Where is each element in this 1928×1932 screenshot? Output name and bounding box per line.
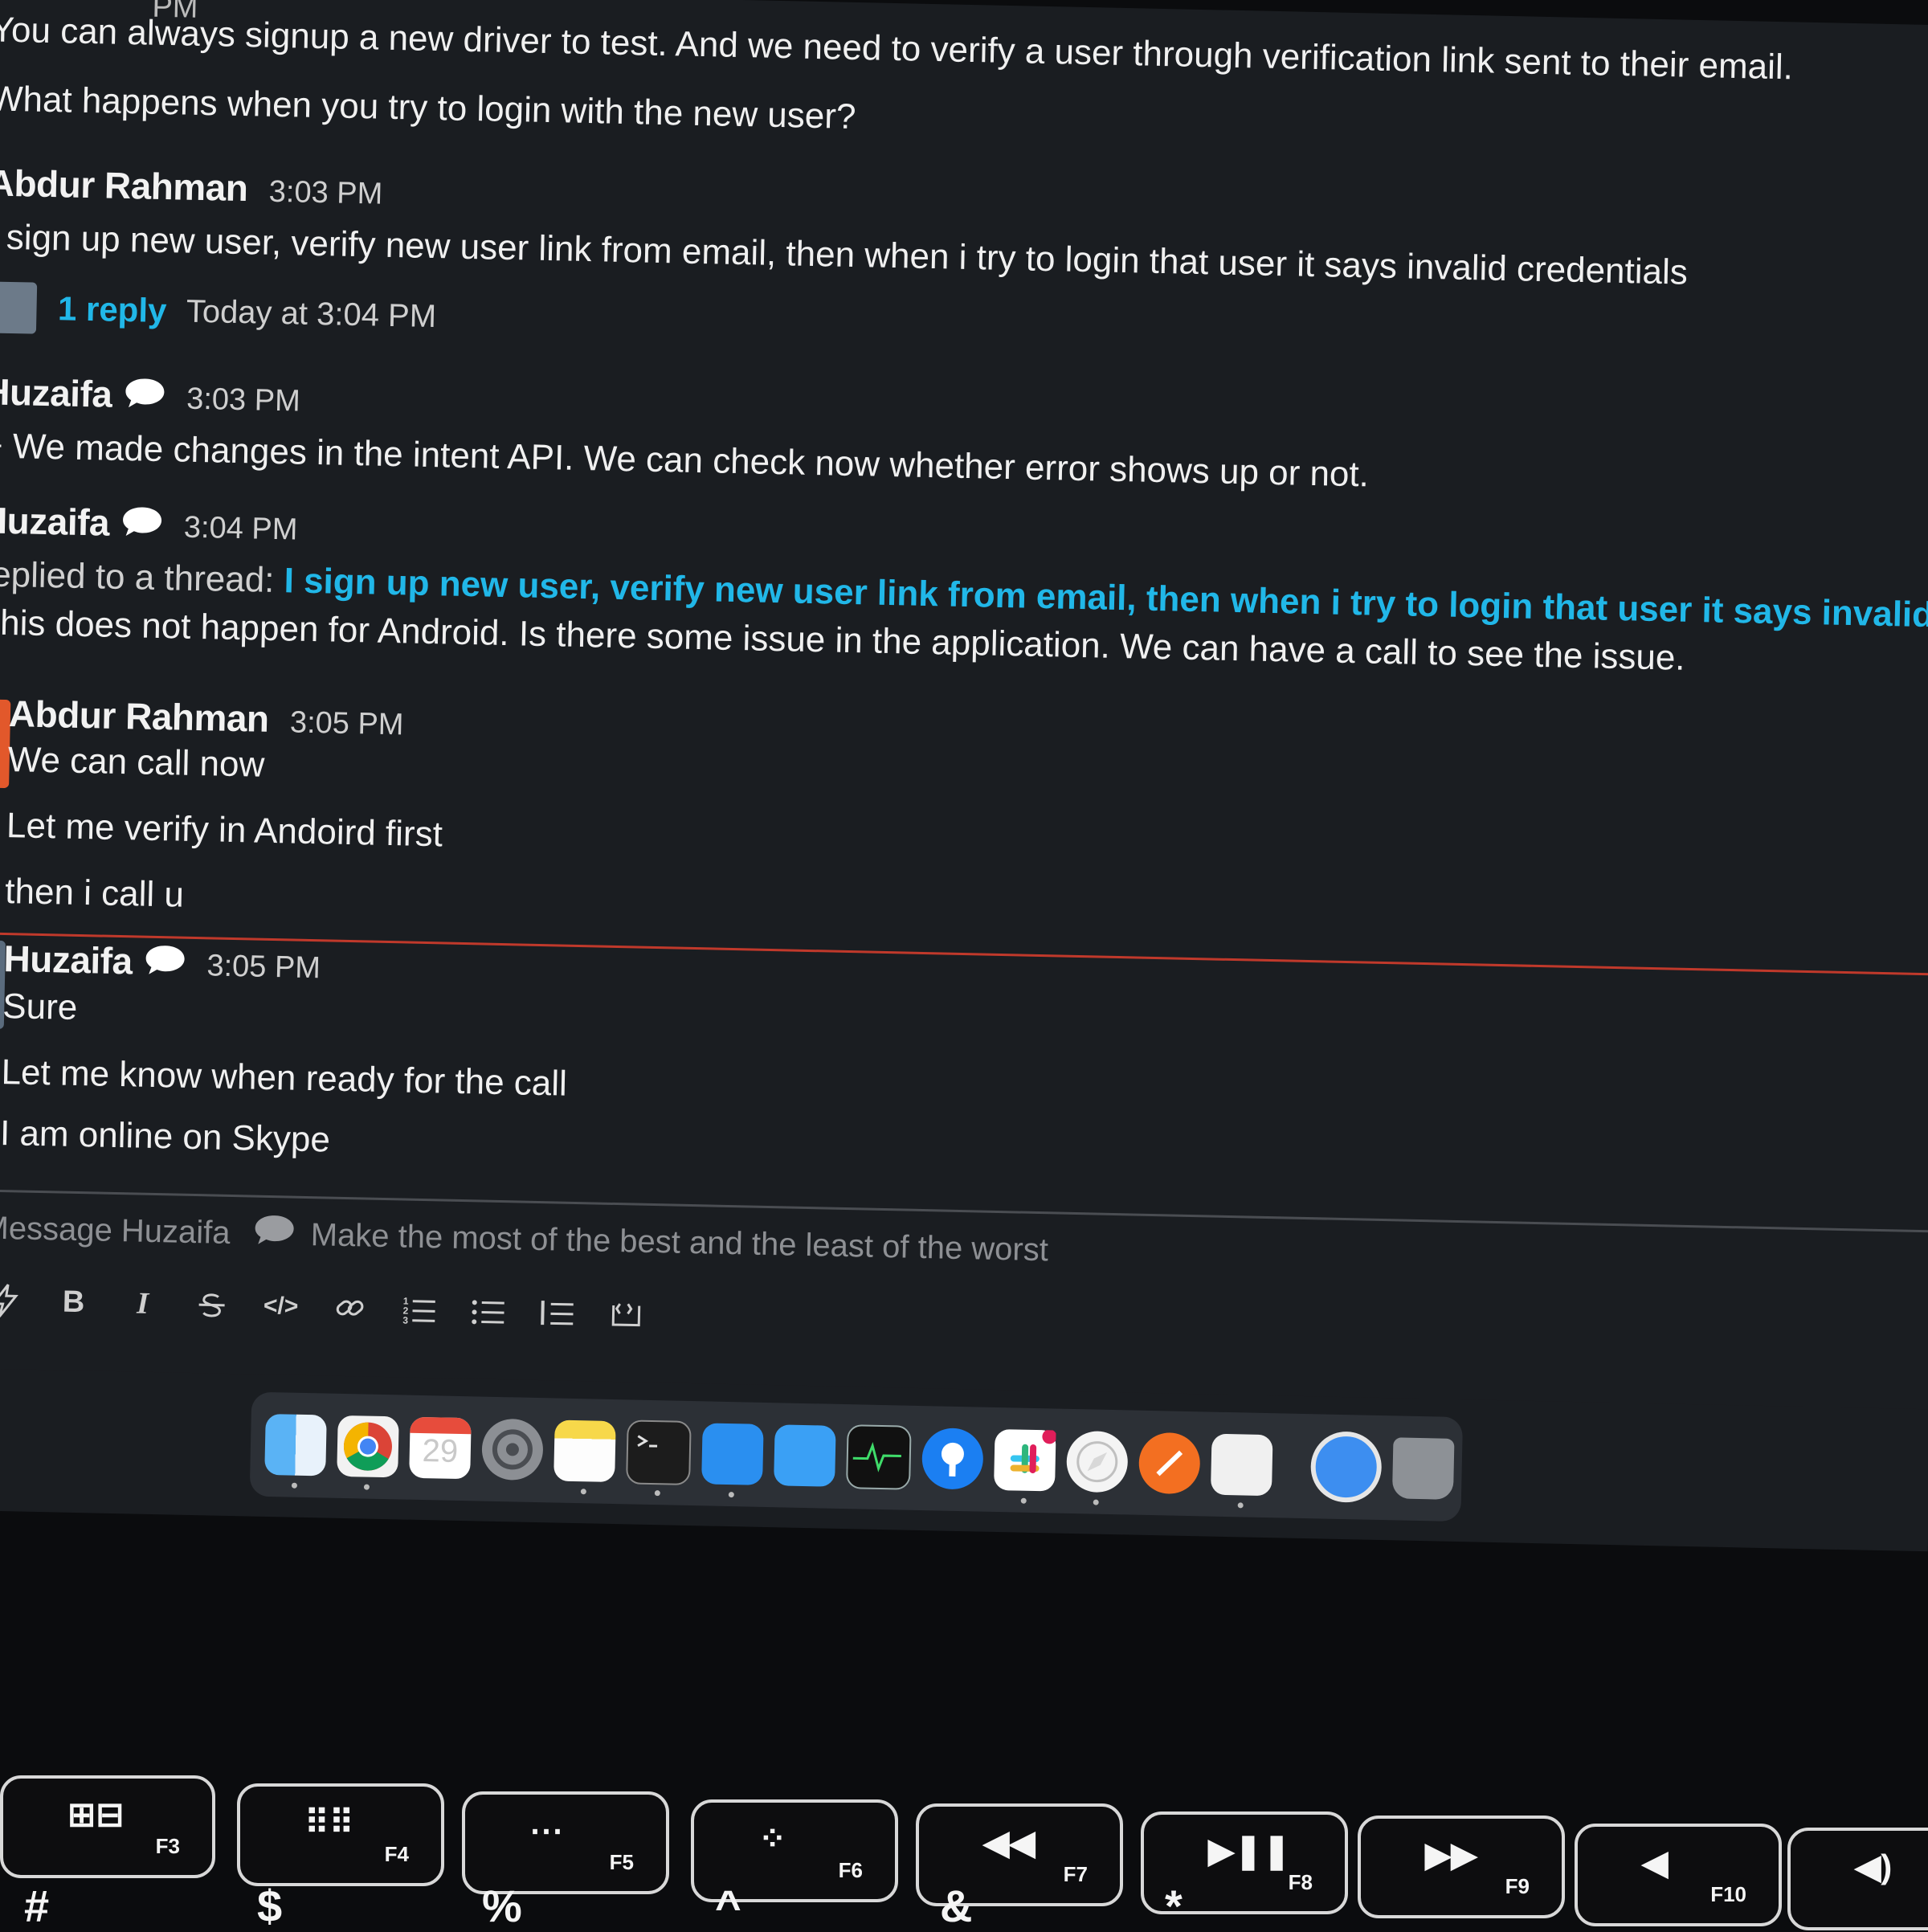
activity-monitor-icon[interactable] [846,1424,912,1490]
message-text: I am online on Skype [0,1113,330,1161]
simulator-icon[interactable] [774,1424,836,1487]
link-icon[interactable] [325,1283,374,1332]
f9-key[interactable]: ▶▶F9 [1358,1816,1565,1918]
message-text: You can always signup a new driver to te… [0,10,1793,88]
replied-prefix: replied to a thread: [0,554,275,600]
preview-icon[interactable] [1211,1434,1273,1497]
message-text: then i call u [5,872,185,916]
svg-text:3: 3 [402,1314,408,1325]
formatting-toolbar: B I </> 123 [0,1272,672,1342]
key-4[interactable]: $ [257,1880,282,1932]
f5-key[interactable]: ⋯F5 [462,1791,669,1894]
blockquote-icon[interactable] [533,1288,582,1337]
slack-window: 3:02 PM You can always signup a new driv… [0,0,1928,1551]
key-label: F5 [610,1850,634,1875]
speech-bubble-icon [124,377,166,410]
key-5[interactable]: % [482,1880,522,1932]
key-6[interactable]: ^ [715,1880,741,1932]
strikethrough-icon[interactable] [187,1281,236,1330]
volume-key[interactable]: ◀) [1787,1828,1928,1930]
ordered-list-icon[interactable]: 123 [394,1285,443,1334]
key-label: F4 [385,1842,409,1867]
system-preferences-icon[interactable] [481,1419,544,1481]
message-input[interactable]: Message Huzaifa Make the most of the bes… [0,1208,1048,1269]
key-8[interactable]: * [1165,1880,1183,1932]
message-list: 3:02 PM You can always signup a new driv… [0,0,1928,1230]
xcode-icon[interactable] [701,1423,764,1485]
f10-key[interactable]: ◀F10 [1575,1824,1782,1926]
key-3[interactable]: # [24,1880,49,1932]
placeholder-prefix: Message Huzaifa [0,1211,231,1251]
sender-name[interactable]: Huzaifa [0,499,110,543]
bold-button[interactable]: B [49,1277,98,1326]
speech-bubble-icon [253,1214,296,1247]
chrome-icon[interactable] [337,1415,399,1478]
trash-icon[interactable] [1392,1437,1455,1500]
key-label: F3 [156,1834,180,1859]
code-block-icon[interactable] [602,1289,651,1338]
key-label: F10 [1710,1882,1746,1907]
dock-separator [1291,1430,1293,1502]
downloads-folder-icon[interactable] [1310,1431,1383,1503]
avatar [0,281,37,333]
key-label: F9 [1505,1874,1530,1899]
message-text: Sure [2,986,78,1028]
key-label: F7 [1064,1862,1088,1887]
reply-count-link[interactable]: 1 reply [58,289,167,329]
message-text: What happens when you try to login with … [0,79,856,137]
message-time[interactable]: 3:03 PM [186,382,300,419]
code-button[interactable]: </> [256,1282,305,1331]
f3-key[interactable]: ⊞⊟F3 [0,1775,215,1878]
shortcuts-lightning-icon[interactable] [0,1276,29,1325]
safari-icon[interactable] [1066,1431,1129,1493]
message-text: Let me know when ready for the call [1,1052,567,1105]
message-time[interactable]: 3:05 PM [206,949,321,985]
placeholder-status: Make the most of the best and the least … [310,1217,1048,1268]
key-label: F8 [1289,1870,1313,1895]
sender-name[interactable]: Abdur Rahman [8,692,269,740]
reply-time: Today at 3:04 PM [186,293,436,334]
message-time[interactable]: 3:05 PM [290,705,404,741]
sender-name[interactable]: Abdur Rahman [0,161,248,209]
sender-name[interactable]: Huzaifa [3,937,133,982]
message-text: I sign up new user, verify new user link… [0,217,1688,292]
speech-bubble-icon [144,944,186,977]
message-time[interactable]: 3:03 PM [268,175,382,211]
macos-dock: 29 [250,1392,1463,1522]
terminal-icon[interactable] [626,1419,692,1485]
key-7[interactable]: & [940,1880,972,1932]
message-time[interactable]: 3:04 PM [183,511,297,547]
italic-button[interactable]: I [118,1279,167,1328]
calendar-icon[interactable]: 29 [409,1417,472,1480]
key-label: F6 [839,1858,863,1883]
sender-name[interactable]: Huzaifa [0,370,112,415]
postman-icon[interactable] [1138,1432,1201,1495]
sourcetree-icon[interactable] [921,1428,984,1490]
notes-icon[interactable] [553,1419,616,1482]
speech-bubble-icon [120,505,163,538]
message-text: + We made changes in the intent API. We … [0,426,1369,495]
bulleted-list-icon[interactable] [464,1286,513,1335]
slack-icon[interactable] [994,1429,1056,1492]
calendar-day: 29 [409,1433,471,1471]
thread-summary[interactable]: 1 reply Today at 3:04 PM [0,281,437,342]
message-text: Let me verify in Andoird first [6,806,443,855]
message-text: We can call now [7,740,265,786]
f4-key[interactable]: ⠿⠿F4 [237,1783,444,1886]
finder-icon[interactable] [264,1414,327,1477]
